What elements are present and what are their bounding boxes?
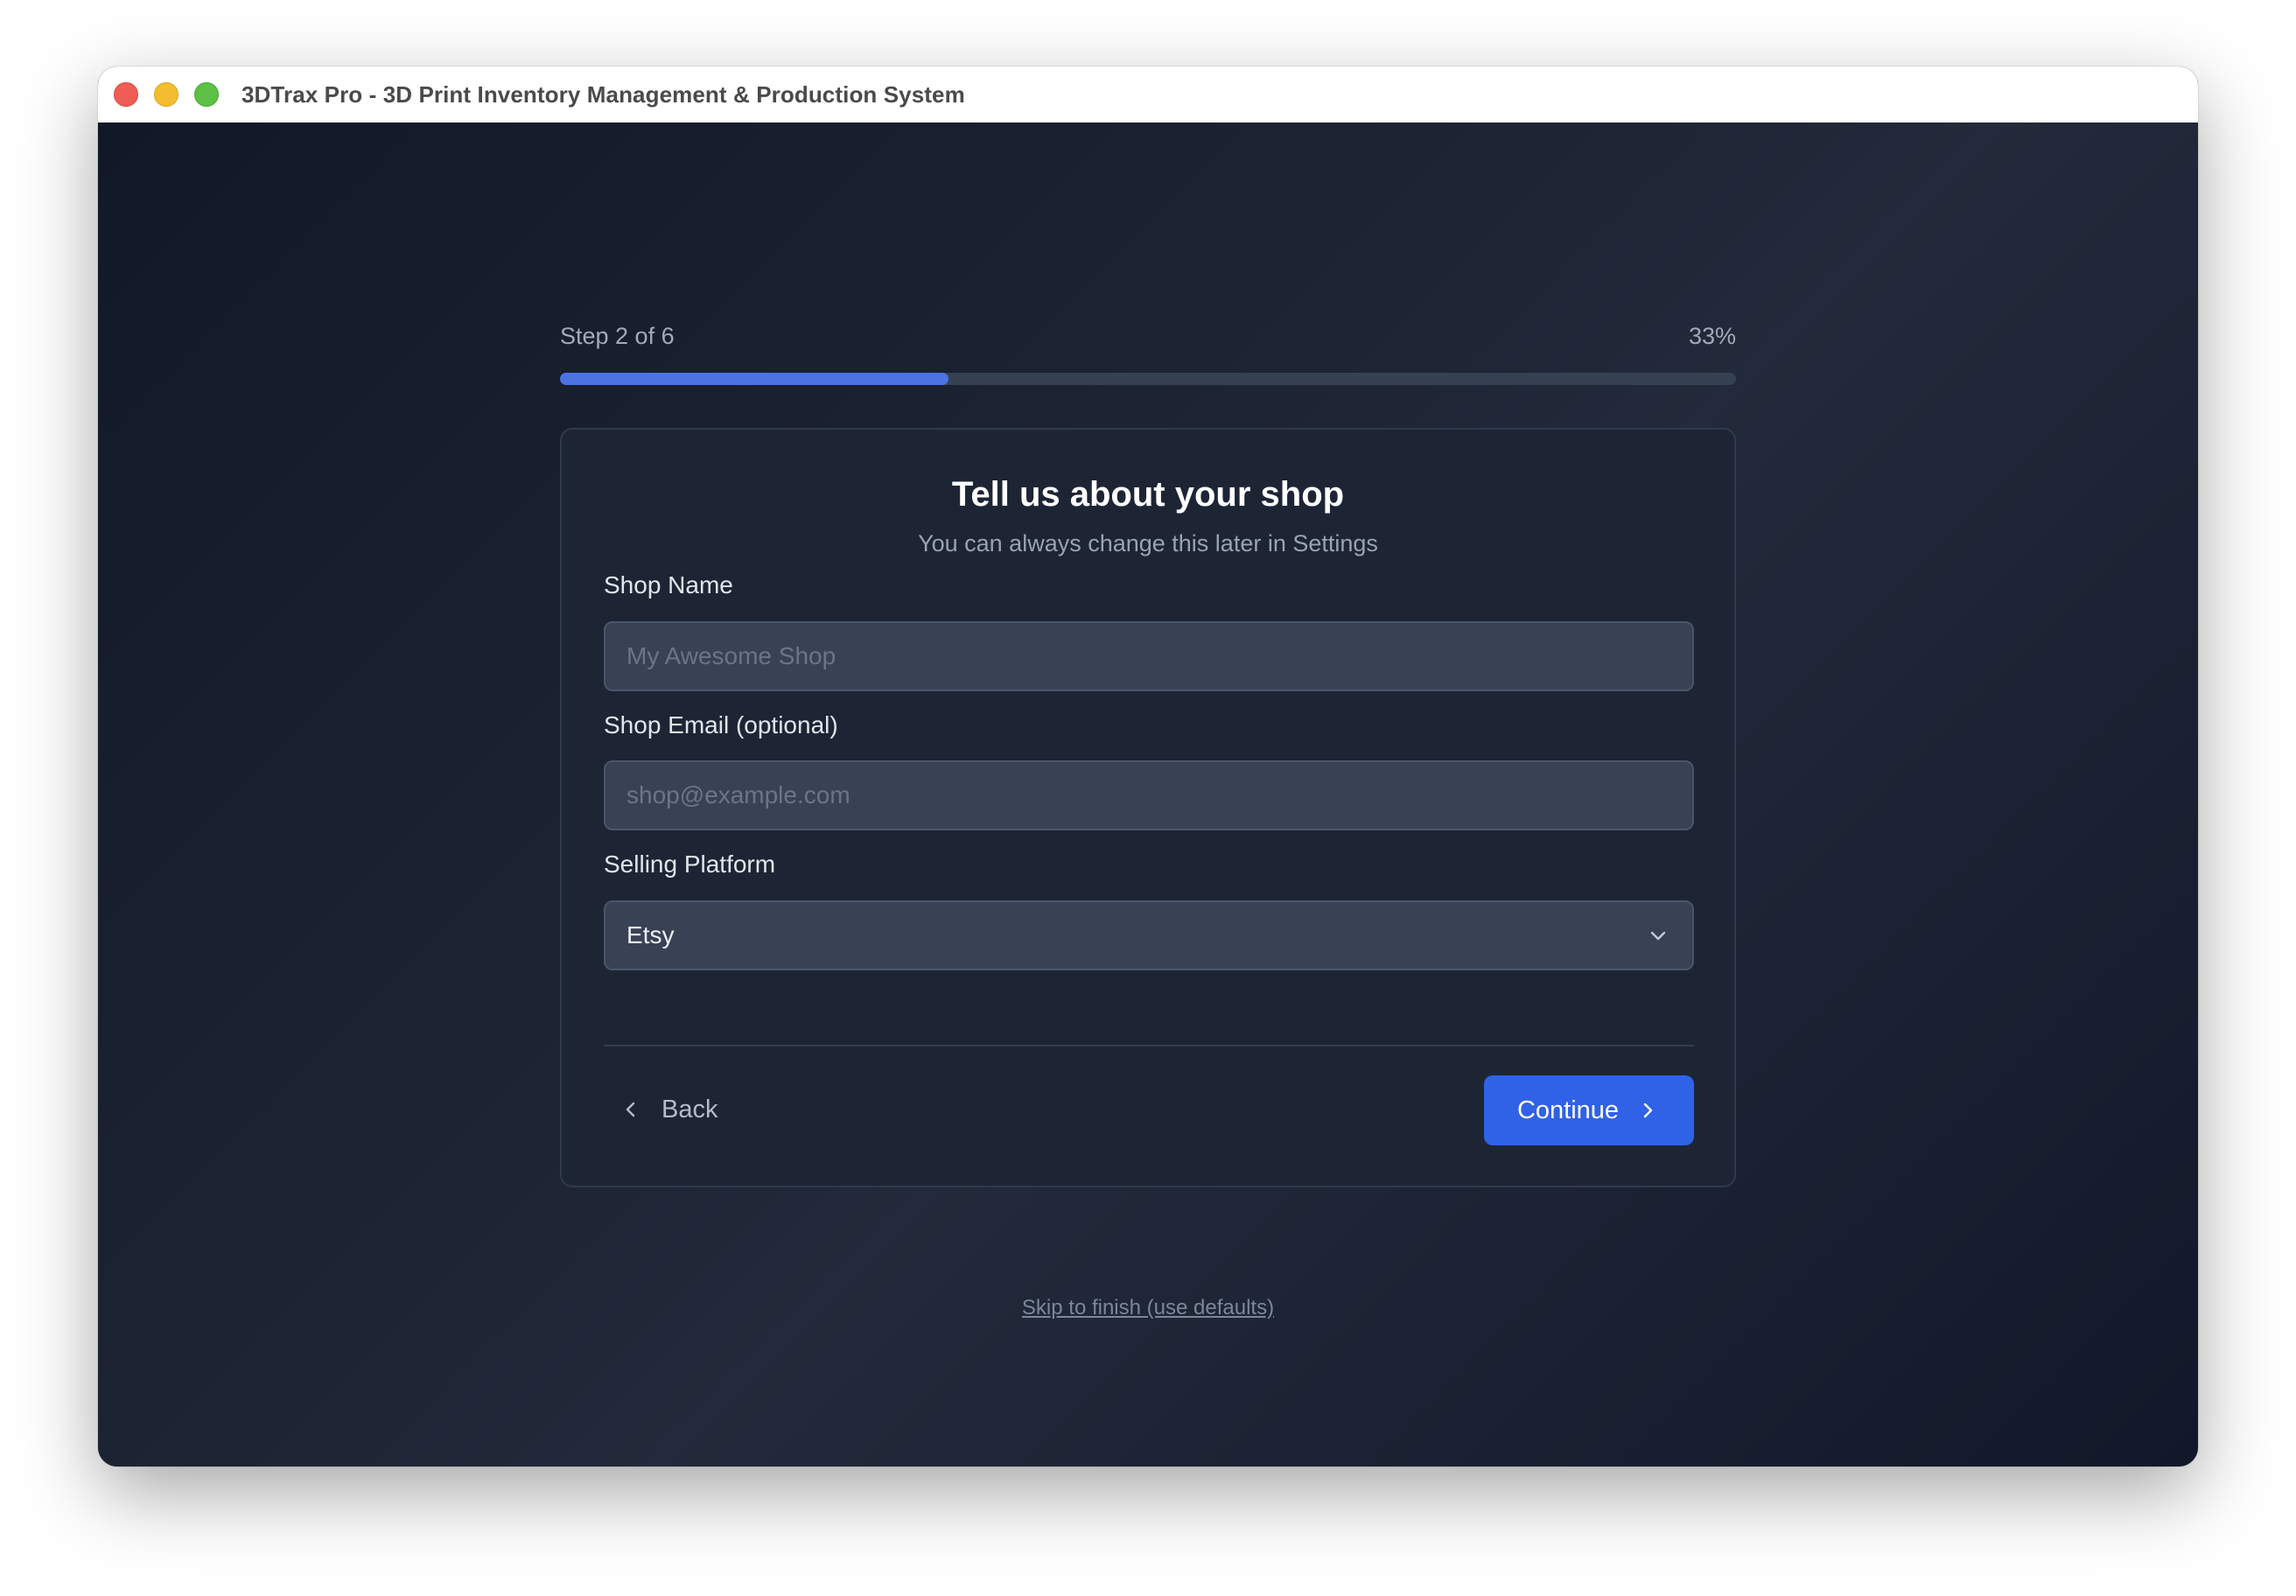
skip-to-finish-link[interactable]: Skip to finish (use defaults): [560, 1296, 1736, 1320]
progress-bar-fill: [560, 373, 948, 385]
chevron-right-icon: [1634, 1097, 1661, 1124]
title-bar: 3DTrax Pro - 3D Print Inventory Manageme…: [98, 66, 2198, 123]
shop-info-card: Tell us about your shop You can always c…: [560, 428, 1736, 1187]
shop-name-label: Shop Name: [604, 571, 733, 598]
selling-platform-value: Etsy: [626, 921, 675, 948]
chevron-down-icon: [1645, 922, 1671, 948]
card-title: Tell us about your shop: [951, 475, 1345, 514]
continue-button-label: Continue: [1516, 1096, 1620, 1124]
window-title: 3DTrax Pro - 3D Print Inventory Manageme…: [242, 80, 965, 108]
progress-header: Step 2 of 6 33%: [560, 320, 1736, 352]
shop-email-input[interactable]: [604, 760, 1694, 830]
close-window-button[interactable]: [114, 82, 138, 107]
continue-button[interactable]: Continue: [1484, 1075, 1694, 1145]
content-area: Step 2 of 6 33% Tell us about your shop …: [98, 122, 2198, 1466]
card-subtitle: You can always change this later in Sett…: [918, 530, 1378, 556]
window-controls: [114, 82, 234, 107]
shop-email-label: Shop Email (optional): [604, 711, 838, 738]
zoom-window-button[interactable]: [194, 82, 219, 107]
app-window: 3DTrax Pro - 3D Print Inventory Manageme…: [98, 66, 2198, 1466]
chevron-left-icon: [618, 1096, 644, 1123]
back-button-label: Back: [662, 1095, 718, 1124]
step-label: Step 2 of 6: [560, 322, 675, 349]
selling-platform-select[interactable]: Etsy: [604, 900, 1694, 970]
progress-bar: [560, 373, 1736, 385]
selling-platform-label: Selling Platform: [604, 850, 776, 878]
card-divider: [604, 1045, 1694, 1046]
shop-name-input[interactable]: [604, 621, 1694, 691]
progress-percent: 33%: [1688, 322, 1736, 349]
back-button[interactable]: Back: [618, 1075, 718, 1144]
minimize-window-button[interactable]: [154, 82, 178, 107]
